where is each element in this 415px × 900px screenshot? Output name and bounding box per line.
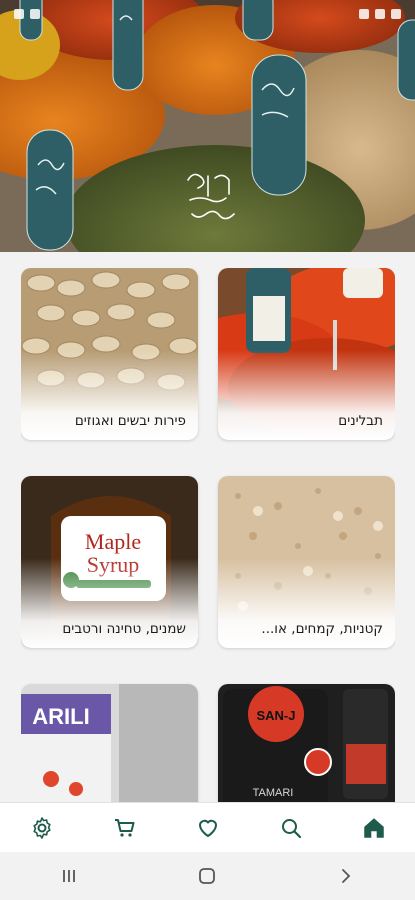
hero-banner	[0, 0, 415, 252]
category-card-snacks[interactable]: ARILI	[21, 684, 198, 808]
signal-icon	[375, 9, 385, 19]
system-home-button[interactable]	[187, 856, 227, 896]
maple-text: Maple	[85, 529, 141, 554]
home-icon	[363, 817, 384, 838]
snack-bags-icon: ARILI	[21, 684, 198, 808]
sanj-brand-text: SAN-J	[256, 708, 295, 723]
sauce-bottles-icon: SAN-J TAMARI	[218, 684, 395, 808]
recents-button[interactable]	[49, 856, 89, 896]
bottom-navigation	[0, 802, 415, 852]
tamari-text: TAMARI	[253, 787, 294, 799]
home-circle-icon	[199, 868, 216, 884]
settings-button[interactable]	[22, 808, 62, 848]
category-card-spices[interactable]: תבלינים	[218, 268, 395, 440]
recents-icon	[63, 870, 76, 882]
back-icon	[341, 869, 351, 883]
category-label: שמנים, טחינה ורטבים	[62, 621, 186, 637]
category-card-legumes-flours[interactable]: קטניות, קמחים, או...	[218, 476, 395, 648]
category-label: פירות יבשים ואגוזים	[74, 413, 186, 429]
cart-button[interactable]	[105, 808, 145, 848]
settings-icon	[32, 816, 51, 839]
status-right-icons	[359, 9, 401, 19]
status-bar	[0, 0, 415, 28]
system-navigation-bar	[0, 852, 415, 900]
back-button[interactable]	[326, 856, 366, 896]
wifi-icon	[359, 9, 369, 19]
category-card-oils-tahini-sauces[interactable]: Maple Syrup שמנים, טחינה ורטבים	[21, 476, 198, 648]
category-card-sauces[interactable]: SAN-J TAMARI	[218, 684, 395, 808]
category-label: תבלינים	[338, 413, 383, 429]
heart-icon	[198, 819, 217, 837]
category-grid: תבלינים פירות יבשים ואגוזים קטניות, קמחי…	[21, 268, 395, 808]
home-button[interactable]	[354, 808, 394, 848]
cart-icon	[114, 818, 134, 837]
notification-icon	[30, 9, 40, 19]
notification-icon	[14, 9, 24, 19]
search-icon	[281, 818, 301, 838]
category-label: קטניות, קמחים, או...	[261, 621, 383, 637]
status-left-icons	[14, 9, 40, 19]
category-card-dried-fruits-nuts[interactable]: פירות יבשים ואגוזים	[21, 268, 198, 440]
spice-market-photo	[0, 0, 415, 252]
arili-text: ARILI	[32, 704, 89, 729]
favorites-button[interactable]	[188, 808, 228, 848]
search-button[interactable]	[271, 808, 311, 848]
battery-icon	[391, 9, 401, 19]
